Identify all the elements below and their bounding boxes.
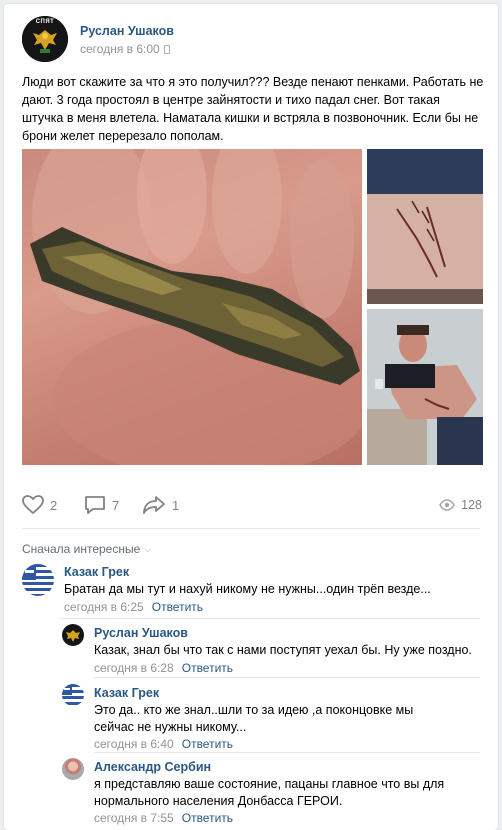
commenter-avatar-logo[interactable] bbox=[62, 624, 84, 646]
heart-icon bbox=[22, 495, 44, 515]
share-button[interactable]: 1 bbox=[142, 492, 179, 518]
post-text: Люди вот скажите за что я это получил???… bbox=[22, 75, 484, 143]
comment-bubble-icon bbox=[85, 496, 105, 514]
comment-meta: сегодня в 6:40 Ответить bbox=[94, 737, 233, 751]
views-counter: 128 bbox=[439, 492, 482, 518]
comment-time[interactable]: сегодня в 7:55 bbox=[94, 811, 174, 825]
post-photo-back-stitches[interactable] bbox=[367, 149, 483, 304]
comment-text: Братан да мы тут и нахуй никому не нужны… bbox=[64, 582, 431, 596]
person-photo bbox=[62, 758, 84, 780]
eye-icon bbox=[439, 499, 456, 511]
comment-count: 7 bbox=[112, 497, 120, 513]
share-count: 1 bbox=[172, 497, 180, 513]
comment-divider bbox=[94, 752, 480, 753]
eagle-logo-icon bbox=[62, 624, 84, 646]
post-actions-bar: 2 7 1 128 bbox=[22, 492, 482, 518]
comment-reply-item: Руслан Ушаков Казак, знал бы что так с н… bbox=[62, 624, 482, 675]
man-in-hospital-image bbox=[367, 309, 483, 465]
comment-reply-item: Александр Сербин я представляю ваше сост… bbox=[62, 758, 482, 826]
reply-button[interactable]: Ответить bbox=[182, 661, 233, 675]
reply-button[interactable]: Ответить bbox=[182, 811, 233, 825]
like-button[interactable]: 2 bbox=[22, 492, 57, 518]
commenter-avatar-flag[interactable] bbox=[22, 564, 54, 596]
mobile-phone-icon bbox=[163, 45, 170, 54]
avatar-label: СПЯТ bbox=[35, 19, 55, 25]
comment-time[interactable]: сегодня в 6:28 bbox=[94, 661, 174, 675]
comment-time[interactable]: сегодня в 6:25 bbox=[64, 600, 144, 614]
comments-sort-label: Сначала интересные bbox=[22, 542, 141, 556]
views-count: 128 bbox=[461, 498, 482, 512]
comments-sort-dropdown[interactable]: Сначала интересные ⌵ bbox=[22, 542, 151, 556]
comment-meta: сегодня в 6:25 Ответить bbox=[64, 600, 203, 614]
share-arrow-icon bbox=[143, 496, 165, 514]
comment-divider bbox=[94, 677, 480, 678]
comment-divider bbox=[60, 618, 480, 619]
like-count: 2 bbox=[50, 497, 58, 513]
chevron-down-icon: ⌵ bbox=[144, 543, 152, 554]
reply-button[interactable]: Ответить bbox=[152, 600, 203, 614]
commenter-avatar-photo[interactable] bbox=[62, 758, 84, 780]
post-card: СПЯТ Руслан Ушаков сегодня в 6:00 Люди в… bbox=[4, 4, 498, 830]
stitched-back-image bbox=[367, 149, 483, 304]
shrapnel-in-hand-image bbox=[30, 149, 362, 465]
post-author-name[interactable]: Руслан Ушаков bbox=[80, 24, 174, 38]
commenter-avatar-flag[interactable] bbox=[62, 684, 84, 706]
comment-author[interactable]: Руслан Ушаков bbox=[94, 626, 188, 640]
actions-divider bbox=[22, 528, 480, 529]
post-time[interactable]: сегодня в 6:00 bbox=[80, 42, 170, 56]
comment-text: Казак, знал бы что так с нами поступят у… bbox=[94, 643, 472, 657]
comment-text: я представляю ваше состояние, пацаны гла… bbox=[94, 777, 445, 808]
author-avatar[interactable]: СПЯТ bbox=[22, 16, 68, 62]
comment-meta: сегодня в 6:28 Ответить bbox=[94, 661, 233, 675]
comment-time[interactable]: сегодня в 6:40 bbox=[94, 737, 174, 751]
comment-author[interactable]: Александр Сербин bbox=[94, 760, 211, 774]
comment-button[interactable]: 7 bbox=[84, 492, 119, 518]
comment-author[interactable]: Казак Грек bbox=[94, 686, 159, 700]
greek-flag-icon bbox=[22, 564, 54, 596]
reply-button[interactable]: Ответить bbox=[182, 737, 233, 751]
comment-text: Это да.. кто же знал..шли то за идею ,а … bbox=[94, 703, 414, 734]
post-header: СПЯТ Руслан Ушаков сегодня в 6:00 bbox=[22, 16, 482, 62]
post-time-text: сегодня в 6:00 bbox=[80, 42, 160, 56]
post-photo-shrapnel[interactable] bbox=[22, 149, 362, 465]
post-photo-hospital[interactable] bbox=[367, 309, 483, 465]
comment-author[interactable]: Казак Грек bbox=[64, 565, 129, 579]
greek-flag-icon bbox=[62, 684, 84, 706]
comment-meta: сегодня в 7:55 Ответить bbox=[94, 811, 233, 825]
comment-item: Казак Грек Братан да мы тут и нахуй нико… bbox=[22, 564, 482, 618]
comment-reply-item: Казак Грек Это да.. кто же знал..шли то … bbox=[62, 684, 482, 751]
